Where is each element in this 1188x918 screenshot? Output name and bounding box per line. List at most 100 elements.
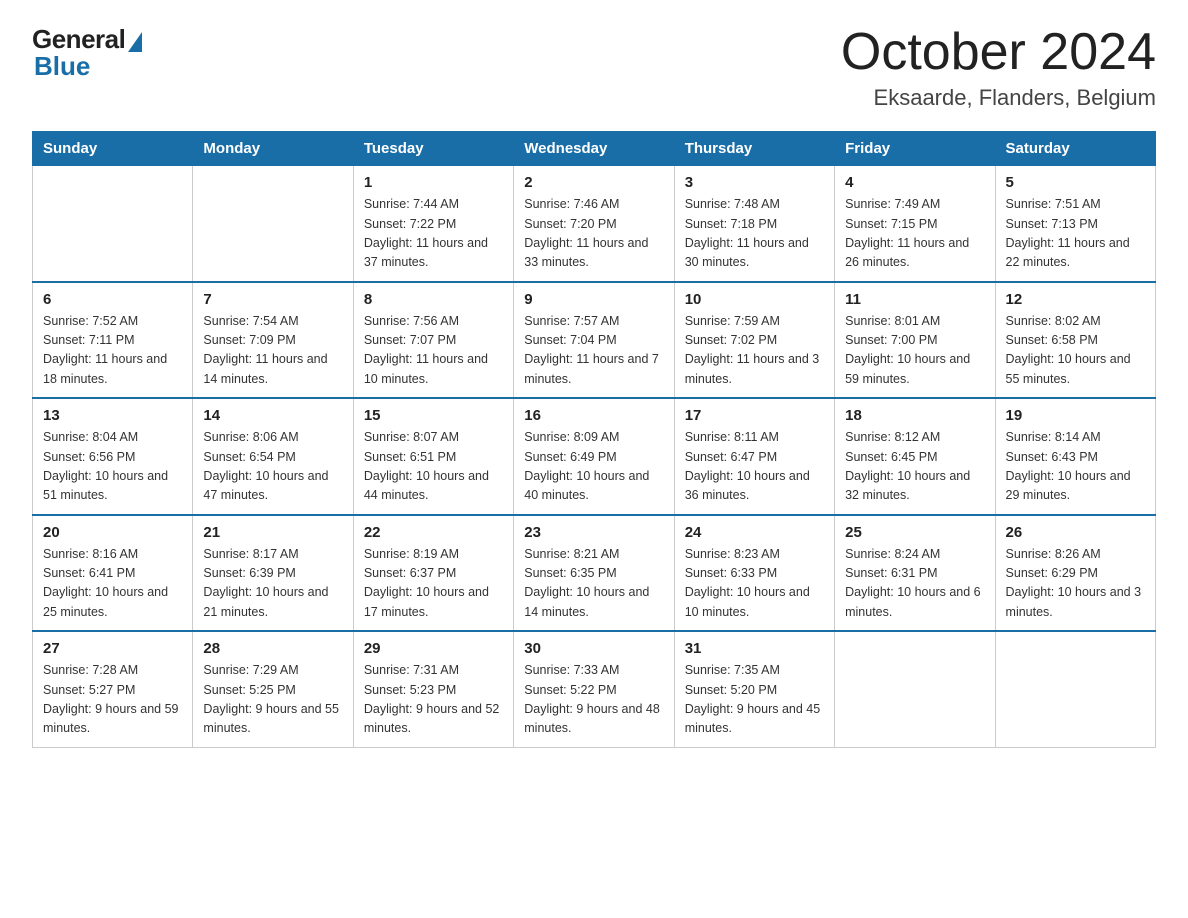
page-header: General Blue October 2024 Eksaarde, Flan… <box>32 24 1156 111</box>
calendar-cell: 11Sunrise: 8:01 AM Sunset: 7:00 PM Dayli… <box>835 282 995 399</box>
day-number: 10 <box>685 291 824 308</box>
calendar-cell <box>33 166 193 282</box>
weekday-header-wednesday: Wednesday <box>514 132 674 166</box>
day-number: 9 <box>524 291 663 308</box>
calendar-cell: 25 Sunrise: 8:24 AM Sunset: 6:31 PM Dayli… <box>835 515 995 632</box>
calendar-cell: 22Sunrise: 8:19 AM Sunset: 6:37 PM Dayli… <box>353 515 513 632</box>
weekday-header-thursday: Thursday <box>674 132 834 166</box>
calendar-body: 1 Sunrise: 7:44 AM Sunset: 7:22 PM Daylig… <box>33 166 1156 748</box>
calendar-cell: 9 Sunrise: 7:57 AM Sunset: 7:04 PM Daylig… <box>514 282 674 399</box>
calendar-cell: 12Sunrise: 8:02 AM Sunset: 6:58 PM Dayli… <box>995 282 1155 399</box>
day-number: 22 <box>364 524 503 541</box>
day-number: 28 <box>203 640 342 657</box>
calendar-cell: 28 Sunrise: 7:29 AM Sunset: 5:25 PM Dayli… <box>193 631 353 747</box>
day-number: 1 <box>364 174 503 191</box>
day-number: 25 <box>845 524 984 541</box>
calendar-cell <box>835 631 995 747</box>
day-number: 19 <box>1006 407 1145 424</box>
day-info: Sunrise: 7:44 AM Sunset: 7:22 PM Dayligh… <box>364 195 503 273</box>
day-number: 15 <box>364 407 503 424</box>
calendar-cell: 24 Sunrise: 8:23 AM Sunset: 6:33 PM Dayli… <box>674 515 834 632</box>
day-number: 31 <box>685 640 824 657</box>
day-info: Sunrise: 8:17 AM Sunset: 6:39 PM Dayligh… <box>203 545 342 623</box>
day-number: 14 <box>203 407 342 424</box>
calendar-cell: 15 Sunrise: 8:07 AM Sunset: 6:51 PM Dayli… <box>353 398 513 515</box>
week-row-5: 27Sunrise: 7:28 AM Sunset: 5:27 PM Dayli… <box>33 631 1156 747</box>
day-number: 17 <box>685 407 824 424</box>
day-number: 30 <box>524 640 663 657</box>
weekday-header-sunday: Sunday <box>33 132 193 166</box>
location-title: Eksaarde, Flanders, Belgium <box>841 85 1156 111</box>
calendar-cell: 23 Sunrise: 8:21 AM Sunset: 6:35 PM Dayli… <box>514 515 674 632</box>
calendar-cell: 8 Sunrise: 7:56 AM Sunset: 7:07 PM Daylig… <box>353 282 513 399</box>
calendar-cell: 21 Sunrise: 8:17 AM Sunset: 6:39 PM Dayli… <box>193 515 353 632</box>
day-number: 18 <box>845 407 984 424</box>
calendar-cell: 3 Sunrise: 7:48 AM Sunset: 7:18 PM Daylig… <box>674 166 834 282</box>
calendar-header: SundayMondayTuesdayWednesdayThursdayFrid… <box>33 132 1156 166</box>
day-info: Sunrise: 7:52 AM Sunset: 7:11 PM Dayligh… <box>43 312 182 390</box>
weekday-header-saturday: Saturday <box>995 132 1155 166</box>
calendar-cell: 31 Sunrise: 7:35 AM Sunset: 5:20 PM Dayli… <box>674 631 834 747</box>
day-info: Sunrise: 7:48 AM Sunset: 7:18 PM Dayligh… <box>685 195 824 273</box>
day-info: Sunrise: 7:59 AM Sunset: 7:02 PM Dayligh… <box>685 312 824 390</box>
day-number: 7 <box>203 291 342 308</box>
day-number: 11 <box>845 291 984 308</box>
day-info: Sunrise: 7:31 AM Sunset: 5:23 PM Dayligh… <box>364 661 503 739</box>
calendar-cell <box>995 631 1155 747</box>
day-number: 16 <box>524 407 663 424</box>
calendar-cell: 29Sunrise: 7:31 AM Sunset: 5:23 PM Dayli… <box>353 631 513 747</box>
day-number: 8 <box>364 291 503 308</box>
weekday-header-friday: Friday <box>835 132 995 166</box>
day-number: 20 <box>43 524 182 541</box>
month-title: October 2024 <box>841 24 1156 81</box>
day-info: Sunrise: 8:04 AM Sunset: 6:56 PM Dayligh… <box>43 428 182 506</box>
calendar-cell: 18 Sunrise: 8:12 AM Sunset: 6:45 PM Dayli… <box>835 398 995 515</box>
day-number: 24 <box>685 524 824 541</box>
day-info: Sunrise: 8:14 AM Sunset: 6:43 PM Dayligh… <box>1006 428 1145 506</box>
day-number: 13 <box>43 407 182 424</box>
calendar-cell: 5Sunrise: 7:51 AM Sunset: 7:13 PM Daylig… <box>995 166 1155 282</box>
logo-triangle-icon <box>128 32 142 52</box>
calendar-table: SundayMondayTuesdayWednesdayThursdayFrid… <box>32 131 1156 748</box>
day-number: 23 <box>524 524 663 541</box>
weekday-header-monday: Monday <box>193 132 353 166</box>
day-info: Sunrise: 7:29 AM Sunset: 5:25 PM Dayligh… <box>203 661 342 739</box>
calendar-cell: 16 Sunrise: 8:09 AM Sunset: 6:49 PM Dayli… <box>514 398 674 515</box>
day-number: 6 <box>43 291 182 308</box>
calendar-cell: 7 Sunrise: 7:54 AM Sunset: 7:09 PM Daylig… <box>193 282 353 399</box>
day-info: Sunrise: 7:56 AM Sunset: 7:07 PM Dayligh… <box>364 312 503 390</box>
day-number: 2 <box>524 174 663 191</box>
week-row-2: 6 Sunrise: 7:52 AM Sunset: 7:11 PM Daylig… <box>33 282 1156 399</box>
calendar-cell: 26Sunrise: 8:26 AM Sunset: 6:29 PM Dayli… <box>995 515 1155 632</box>
day-info: Sunrise: 8:23 AM Sunset: 6:33 PM Dayligh… <box>685 545 824 623</box>
calendar-cell: 10 Sunrise: 7:59 AM Sunset: 7:02 PM Dayli… <box>674 282 834 399</box>
day-number: 27 <box>43 640 182 657</box>
day-info: Sunrise: 8:09 AM Sunset: 6:49 PM Dayligh… <box>524 428 663 506</box>
day-info: Sunrise: 7:57 AM Sunset: 7:04 PM Dayligh… <box>524 312 663 390</box>
calendar-cell: 20Sunrise: 8:16 AM Sunset: 6:41 PM Dayli… <box>33 515 193 632</box>
calendar-cell: 6 Sunrise: 7:52 AM Sunset: 7:11 PM Daylig… <box>33 282 193 399</box>
logo: General Blue <box>32 24 142 82</box>
day-number: 12 <box>1006 291 1145 308</box>
day-number: 4 <box>845 174 984 191</box>
day-info: Sunrise: 8:06 AM Sunset: 6:54 PM Dayligh… <box>203 428 342 506</box>
week-row-3: 13 Sunrise: 8:04 AM Sunset: 6:56 PM Dayli… <box>33 398 1156 515</box>
weekday-header-tuesday: Tuesday <box>353 132 513 166</box>
day-number: 26 <box>1006 524 1145 541</box>
day-info: Sunrise: 7:35 AM Sunset: 5:20 PM Dayligh… <box>685 661 824 739</box>
day-info: Sunrise: 8:11 AM Sunset: 6:47 PM Dayligh… <box>685 428 824 506</box>
day-info: Sunrise: 7:49 AM Sunset: 7:15 PM Dayligh… <box>845 195 984 273</box>
calendar-cell: 1 Sunrise: 7:44 AM Sunset: 7:22 PM Daylig… <box>353 166 513 282</box>
day-number: 3 <box>685 174 824 191</box>
day-info: Sunrise: 8:07 AM Sunset: 6:51 PM Dayligh… <box>364 428 503 506</box>
day-info: Sunrise: 8:21 AM Sunset: 6:35 PM Dayligh… <box>524 545 663 623</box>
day-info: Sunrise: 7:54 AM Sunset: 7:09 PM Dayligh… <box>203 312 342 390</box>
day-info: Sunrise: 7:33 AM Sunset: 5:22 PM Dayligh… <box>524 661 663 739</box>
weekday-header-row: SundayMondayTuesdayWednesdayThursdayFrid… <box>33 132 1156 166</box>
day-info: Sunrise: 8:12 AM Sunset: 6:45 PM Dayligh… <box>845 428 984 506</box>
logo-blue-text: Blue <box>34 51 90 82</box>
day-number: 21 <box>203 524 342 541</box>
day-info: Sunrise: 8:24 AM Sunset: 6:31 PM Dayligh… <box>845 545 984 623</box>
calendar-cell: 14 Sunrise: 8:06 AM Sunset: 6:54 PM Dayli… <box>193 398 353 515</box>
week-row-1: 1 Sunrise: 7:44 AM Sunset: 7:22 PM Daylig… <box>33 166 1156 282</box>
